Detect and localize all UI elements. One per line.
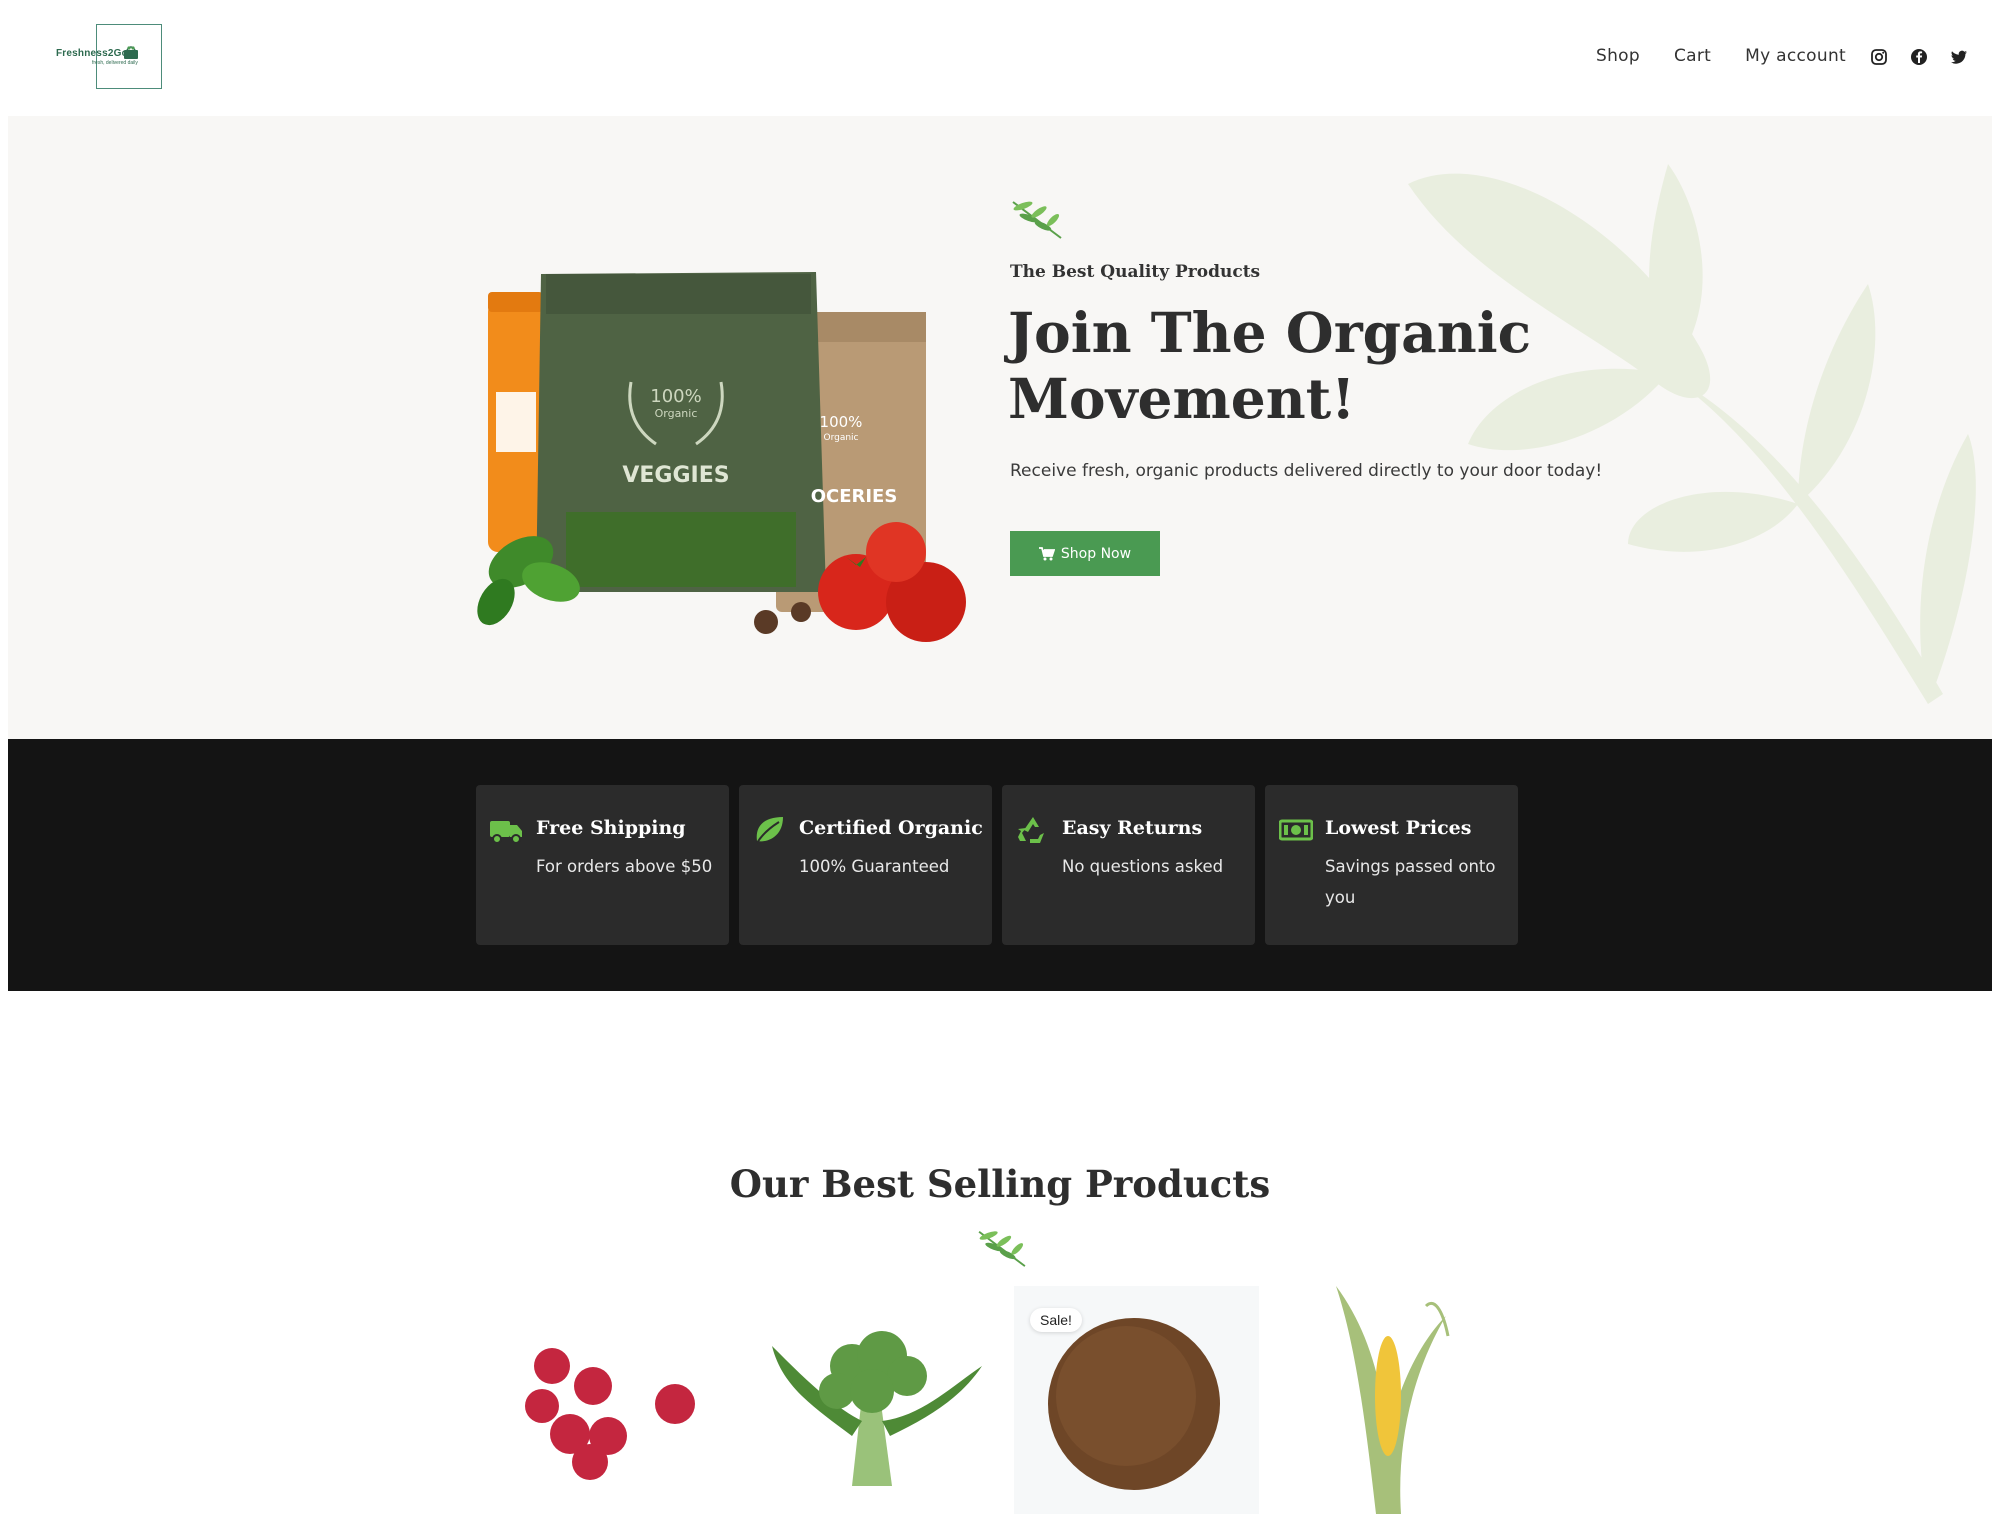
bag-brown-label: OCERIES	[811, 486, 898, 507]
feature-subtitle: For orders above $50	[536, 857, 713, 876]
feature-title: Easy Returns	[1062, 817, 1203, 839]
feature-title: Free Shipping	[536, 817, 686, 839]
feature-subtitle: No questions asked	[1062, 857, 1224, 876]
product-corn[interactable]	[1276, 1286, 1521, 1514]
leaf-background-decoration	[1408, 164, 1976, 704]
shop-now-button[interactable]: Shop Now	[1010, 531, 1160, 576]
feature-title: Lowest Prices	[1325, 817, 1472, 839]
truck-icon	[490, 821, 522, 844]
features-section: Free Shipping For orders above $50 Certi…	[8, 739, 1992, 991]
site-logo[interactable]: Freshness2Go fresh, delivered daily	[56, 24, 162, 89]
feature-subtitle: Savings passed onto you	[1325, 857, 1496, 907]
best-sellers-title: Our Best Selling Products	[729, 1162, 1271, 1206]
main-nav: Shop Cart My account	[1596, 46, 1846, 66]
bag-brown-badge-sub: Organic	[823, 433, 858, 443]
hero-subtitle: Receive fresh, organic products delivere…	[1010, 461, 1603, 481]
feature-title: Certified Organic	[799, 817, 983, 839]
twitter-icon[interactable]	[1950, 48, 1968, 66]
logo-tagline: fresh, delivered daily	[92, 60, 138, 66]
bag-brown-badge: 100%	[820, 413, 863, 431]
sprig-icon	[1012, 201, 1062, 239]
bag-green-badge-sub: Organic	[655, 407, 698, 420]
feature-easy-returns: Easy Returns No questions asked	[1002, 785, 1255, 945]
bag-green-label: VEGGIES	[622, 463, 729, 488]
leaf-icon	[756, 817, 783, 844]
feature-lowest-prices: Lowest Prices Savings passed onto you	[1265, 785, 1518, 945]
nav-shop[interactable]: Shop	[1596, 46, 1640, 66]
social-links	[1870, 48, 1968, 66]
broccoli-image	[772, 1331, 982, 1486]
feature-subtitle: 100% Guaranteed	[799, 857, 950, 876]
cart-icon	[1038, 546, 1055, 560]
hero-eyebrow: The Best Quality Products	[1010, 262, 1261, 282]
product-raspberries[interactable]	[490, 1286, 735, 1514]
nav-my-account[interactable]: My account	[1745, 46, 1846, 66]
shop-now-label: Shop Now	[1060, 545, 1132, 562]
feature-free-shipping: Free Shipping For orders above $50	[476, 785, 729, 945]
organic-products-image: 100% Organic VEGGIES 100% Organic OCERIE…	[477, 272, 966, 642]
basket-icon	[124, 46, 138, 59]
bag-green-badge: 100%	[650, 386, 701, 407]
hero-title: Join The Organic Movement!	[1008, 300, 1532, 431]
sprig-icon	[978, 1230, 1026, 1267]
logo-text: Freshness2Go	[56, 48, 128, 59]
facebook-icon[interactable]	[1910, 48, 1928, 66]
sale-badge: Sale!	[1030, 1308, 1082, 1332]
money-icon	[1279, 819, 1313, 841]
site-header: Freshness2Go fresh, delivered daily Shop…	[0, 0, 2000, 116]
raspberries-image	[525, 1348, 695, 1480]
corn-image	[1336, 1286, 1450, 1514]
feature-certified-organic: Certified Organic 100% Guaranteed	[739, 785, 992, 945]
nav-cart[interactable]: Cart	[1674, 46, 1711, 66]
recycle-icon	[1018, 817, 1044, 843]
instagram-icon[interactable]	[1870, 48, 1888, 66]
hero-section: 100% Organic VEGGIES 100% Organic OCERIE…	[8, 116, 1992, 739]
product-broccoli[interactable]	[752, 1286, 997, 1514]
